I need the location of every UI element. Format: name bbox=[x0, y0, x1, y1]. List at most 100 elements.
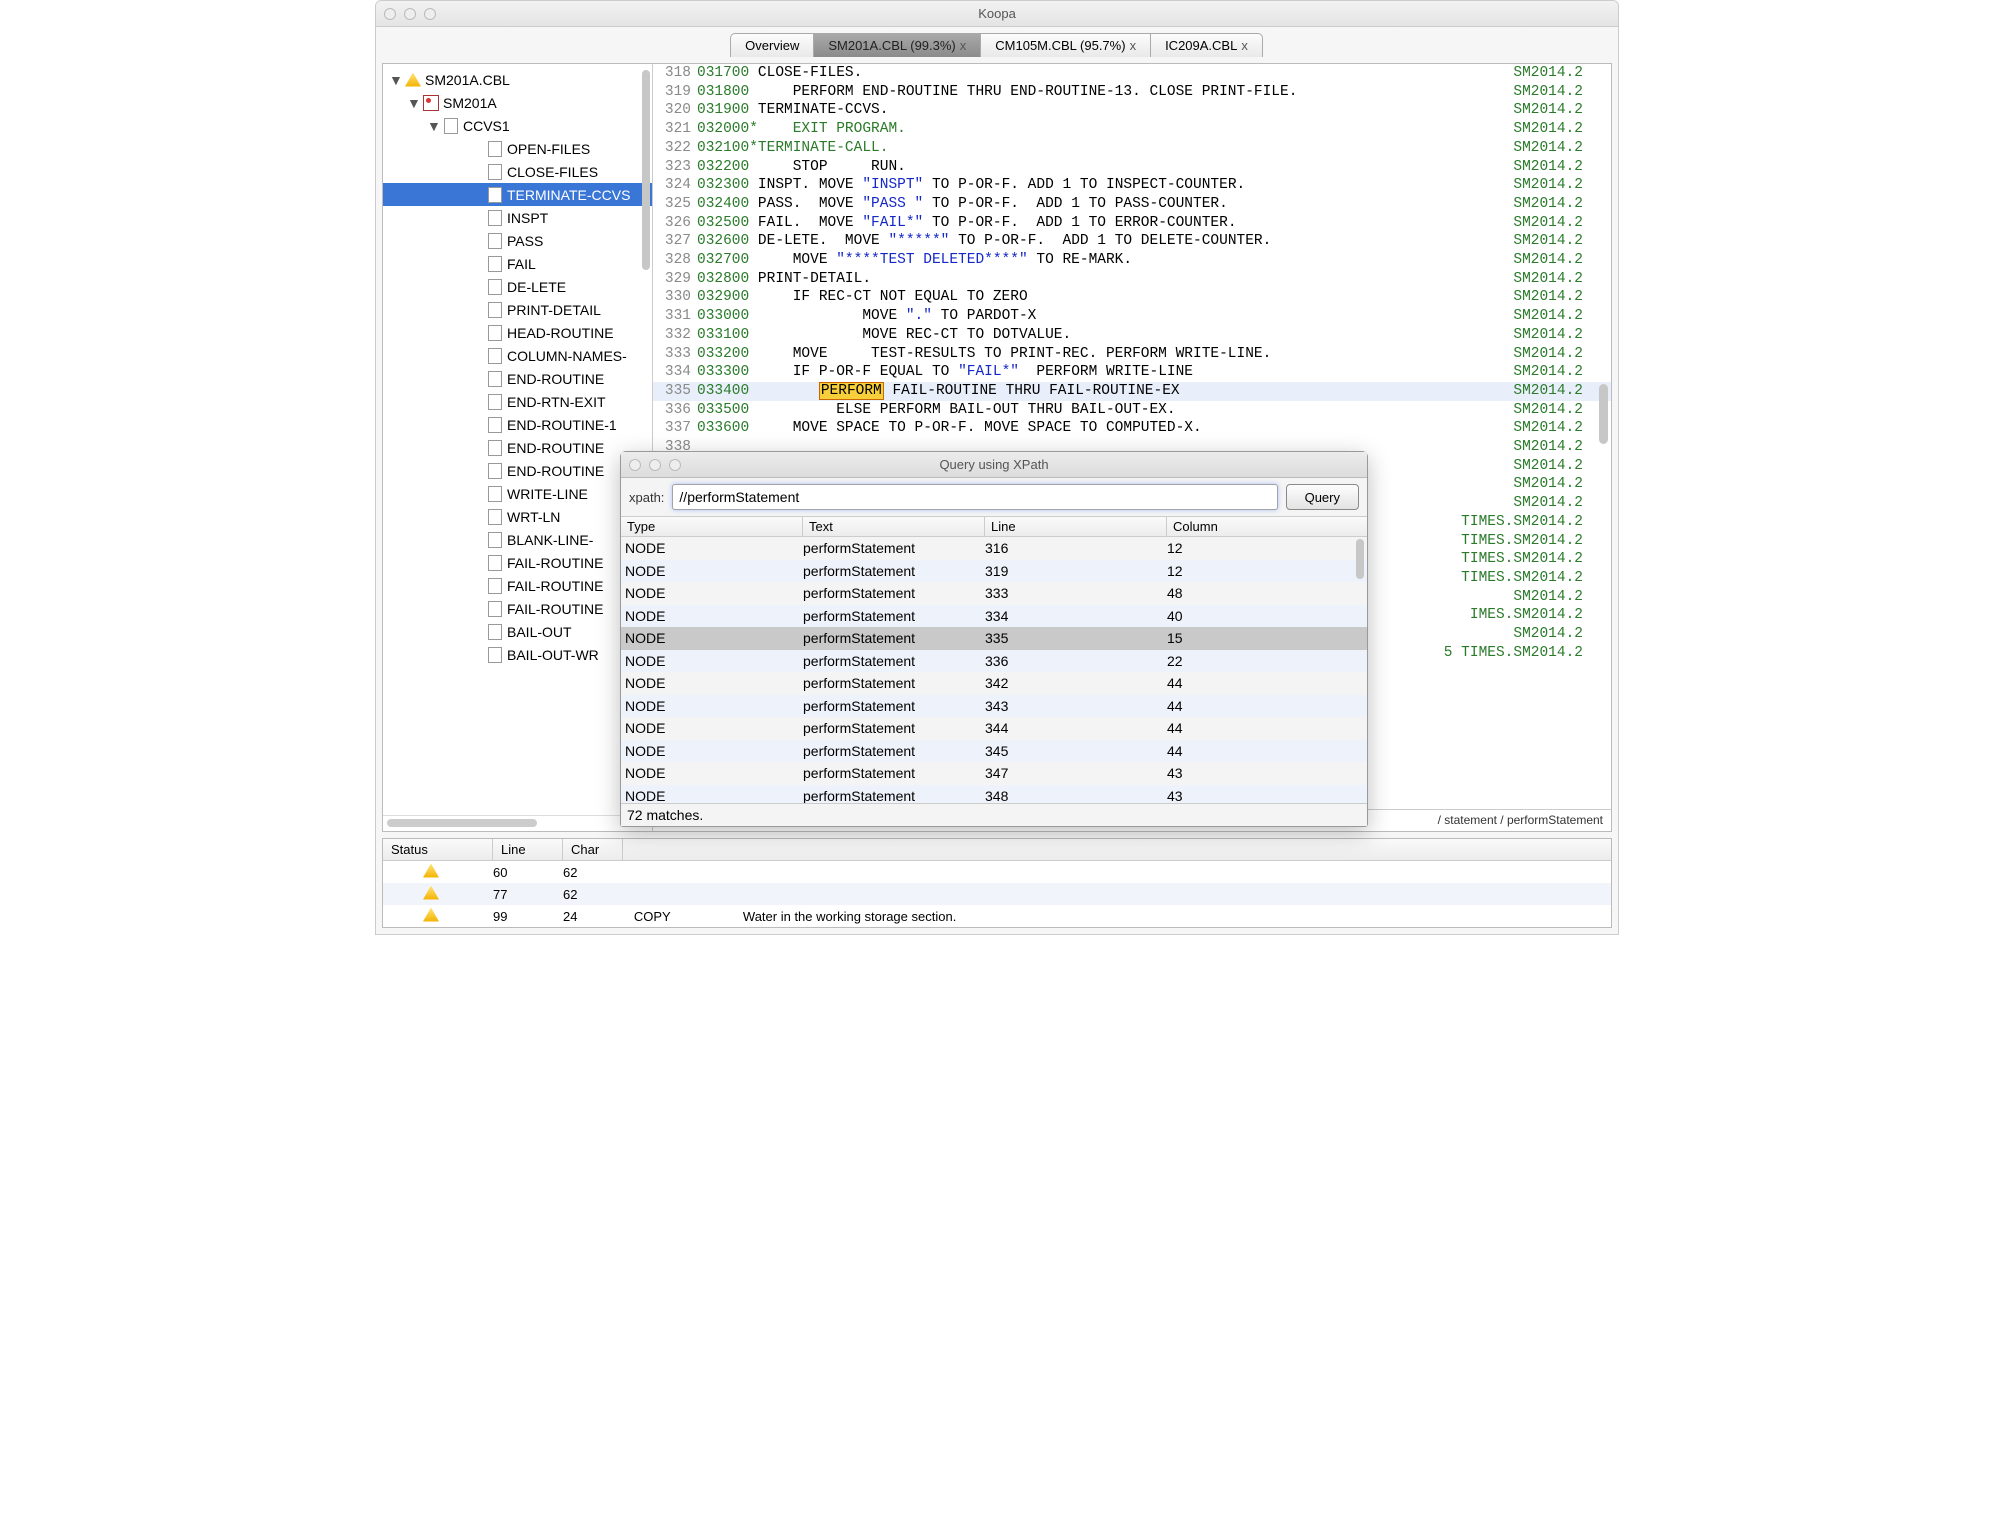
result-row[interactable]: NODEperformStatement34244 bbox=[621, 672, 1367, 695]
titlebar[interactable]: Koopa bbox=[376, 1, 1618, 27]
tree-item[interactable]: ▼CCVS1 bbox=[383, 114, 652, 137]
code-line[interactable]: 322032100*TERMINATE-CALL.SM2014.2 bbox=[653, 139, 1611, 158]
code-line[interactable]: 318031700 CLOSE-FILES.SM2014.2 bbox=[653, 64, 1611, 83]
code-line[interactable]: 325032400 PASS. MOVE "PASS " TO P-OR-F. … bbox=[653, 195, 1611, 214]
tab-3[interactable]: IC209A.CBLx bbox=[1150, 33, 1263, 57]
minimize-window-icon[interactable] bbox=[404, 8, 416, 20]
code-line[interactable]: 319031800 PERFORM END-ROUTINE THRU END-R… bbox=[653, 83, 1611, 102]
tree-item[interactable]: PASS bbox=[383, 229, 652, 252]
code-line[interactable]: 333033200 MOVE TEST-RESULTS TO PRINT-REC… bbox=[653, 345, 1611, 364]
xpath-input[interactable] bbox=[672, 484, 1277, 510]
tree-label: BAIL-OUT bbox=[507, 624, 572, 640]
tree-item[interactable]: WRITE-LINE bbox=[383, 482, 652, 505]
code-line[interactable]: 334033300 IF P-OR-F EQUAL TO "FAIL*" PER… bbox=[653, 363, 1611, 382]
col-text[interactable]: Text bbox=[803, 517, 985, 536]
tab-1[interactable]: SM201A.CBL (99.3%)x bbox=[813, 33, 981, 57]
code-line[interactable]: 323032200 STOP RUN.SM2014.2 bbox=[653, 158, 1611, 177]
tab-close-icon[interactable]: x bbox=[960, 38, 967, 53]
disclosure-triangle-icon[interactable]: ▼ bbox=[427, 118, 439, 134]
disclosure-triangle-icon[interactable]: ▼ bbox=[407, 95, 419, 111]
message-row[interactable]: 9924 COPY Water in the working storage s… bbox=[383, 905, 1611, 927]
tree-item[interactable]: ▼SM201A.CBL bbox=[383, 68, 652, 91]
tree-item[interactable]: BAIL-OUT bbox=[383, 620, 652, 643]
result-row[interactable]: NODEperformStatement33515 bbox=[621, 627, 1367, 650]
result-row[interactable]: NODEperformStatement33348 bbox=[621, 582, 1367, 605]
tree-item[interactable]: FAIL-ROUTINE bbox=[383, 551, 652, 574]
tree-item[interactable]: DE-LETE bbox=[383, 275, 652, 298]
col-column[interactable]: Column bbox=[1167, 517, 1367, 536]
tree-item[interactable]: COLUMN-NAMES- bbox=[383, 344, 652, 367]
code-text: 032700 MOVE "****TEST DELETED****" TO RE… bbox=[697, 251, 1132, 270]
code-line[interactable]: 330032900 IF REC-CT NOT EQUAL TO ZEROSM2… bbox=[653, 288, 1611, 307]
message-row[interactable]: 6062 bbox=[383, 861, 1611, 883]
col-line[interactable]: Line bbox=[493, 839, 563, 860]
tree-item[interactable]: FAIL bbox=[383, 252, 652, 275]
xpath-dialog[interactable]: Query using XPath xpath: Query Type Text… bbox=[620, 451, 1368, 827]
query-button[interactable]: Query bbox=[1286, 484, 1359, 510]
tree-item[interactable]: END-ROUTINE bbox=[383, 459, 652, 482]
editor-scrollbar[interactable] bbox=[1599, 384, 1608, 444]
message-row[interactable]: 7762 bbox=[383, 883, 1611, 905]
results-scrollbar[interactable] bbox=[1356, 539, 1364, 579]
tab-close-icon[interactable]: x bbox=[1130, 38, 1137, 53]
close-window-icon[interactable] bbox=[384, 8, 396, 20]
tree-item[interactable]: BLANK-LINE- bbox=[383, 528, 652, 551]
r-text: performStatement bbox=[803, 563, 985, 579]
code-line[interactable]: 335033400 PERFORM FAIL-ROUTINE THRU FAIL… bbox=[653, 382, 1611, 401]
result-row[interactable]: NODEperformStatement34544 bbox=[621, 740, 1367, 763]
tree-item[interactable]: PRINT-DETAIL bbox=[383, 298, 652, 321]
line-number: 328 bbox=[653, 251, 697, 270]
tree-item[interactable]: CLOSE-FILES bbox=[383, 160, 652, 183]
tree-item[interactable]: WRT-LN bbox=[383, 505, 652, 528]
sidebar-hscroll[interactable] bbox=[383, 815, 652, 831]
tree-item[interactable]: END-ROUTINE bbox=[383, 436, 652, 459]
outline-tree[interactable]: ▼SM201A.CBL ▼SM201A▼CCVS1OPEN-FILESCLOSE… bbox=[383, 64, 652, 815]
tree-item[interactable]: ▼SM201A bbox=[383, 91, 652, 114]
result-row[interactable]: NODEperformStatement31612 bbox=[621, 537, 1367, 560]
result-row[interactable]: NODEperformStatement33440 bbox=[621, 605, 1367, 628]
tab-2[interactable]: CM105M.CBL (95.7%)x bbox=[980, 33, 1151, 57]
code-line[interactable]: 332033100 MOVE REC-CT TO DOTVALUE.SM2014… bbox=[653, 326, 1611, 345]
zoom-window-icon[interactable] bbox=[424, 8, 436, 20]
disclosure-triangle-icon[interactable]: ▼ bbox=[389, 72, 401, 88]
line-tag: SM2014.2 bbox=[1513, 120, 1611, 139]
result-row[interactable]: NODEperformStatement34444 bbox=[621, 717, 1367, 740]
col-line[interactable]: Line bbox=[985, 517, 1167, 536]
code-line[interactable]: 331033000 MOVE "." TO PARDOT-XSM2014.2 bbox=[653, 307, 1611, 326]
code-line[interactable]: 321032000* EXIT PROGRAM.SM2014.2 bbox=[653, 120, 1611, 139]
tree-item[interactable]: INSPT bbox=[383, 206, 652, 229]
code-line[interactable]: 337033600 MOVE SPACE TO P-OR-F. MOVE SPA… bbox=[653, 419, 1611, 438]
code-text: 032100*TERMINATE-CALL. bbox=[697, 139, 888, 158]
code-line[interactable]: 336033500 ELSE PERFORM BAIL-OUT THRU BAI… bbox=[653, 401, 1611, 420]
code-line[interactable]: 327032600 DE-LETE. MOVE "*****" TO P-OR-… bbox=[653, 232, 1611, 251]
tree-item[interactable]: FAIL-ROUTINE bbox=[383, 574, 652, 597]
tree-item[interactable]: HEAD-ROUTINE bbox=[383, 321, 652, 344]
results-body[interactable]: NODEperformStatement31612NODEperformStat… bbox=[621, 537, 1367, 803]
code-line[interactable]: 320031900 TERMINATE-CCVS.SM2014.2 bbox=[653, 101, 1611, 120]
result-row[interactable]: NODEperformStatement34743 bbox=[621, 762, 1367, 785]
result-row[interactable]: NODEperformStatement34843 bbox=[621, 785, 1367, 804]
line-number: 327 bbox=[653, 232, 697, 251]
tree-item[interactable]: FAIL-ROUTINE bbox=[383, 597, 652, 620]
col-char[interactable]: Char bbox=[563, 839, 623, 860]
result-row[interactable]: NODEperformStatement33622 bbox=[621, 650, 1367, 673]
tree-item[interactable]: OPEN-FILES bbox=[383, 137, 652, 160]
r-col: 43 bbox=[1167, 765, 1367, 781]
col-status[interactable]: Status bbox=[383, 839, 493, 860]
result-row[interactable]: NODEperformStatement34344 bbox=[621, 695, 1367, 718]
code-line[interactable]: 326032500 FAIL. MOVE "FAIL*" TO P-OR-F. … bbox=[653, 214, 1611, 233]
tree-item[interactable]: END-RTN-EXIT bbox=[383, 390, 652, 413]
sidebar-scrollbar[interactable] bbox=[642, 70, 650, 270]
tree-item[interactable]: BAIL-OUT-WR bbox=[383, 643, 652, 666]
result-row[interactable]: NODEperformStatement31912 bbox=[621, 560, 1367, 583]
tab-0[interactable]: Overview bbox=[730, 33, 814, 57]
col-type[interactable]: Type bbox=[621, 517, 803, 536]
code-line[interactable]: 329032800 PRINT-DETAIL.SM2014.2 bbox=[653, 270, 1611, 289]
tree-item[interactable]: TERMINATE-CCVS bbox=[383, 183, 652, 206]
code-line[interactable]: 328032700 MOVE "****TEST DELETED****" TO… bbox=[653, 251, 1611, 270]
code-line[interactable]: 324032300 INSPT. MOVE "INSPT" TO P-OR-F.… bbox=[653, 176, 1611, 195]
tree-item[interactable]: END-ROUTINE bbox=[383, 367, 652, 390]
dialog-titlebar[interactable]: Query using XPath bbox=[621, 452, 1367, 478]
tree-item[interactable]: END-ROUTINE-1 bbox=[383, 413, 652, 436]
tab-close-icon[interactable]: x bbox=[1241, 38, 1248, 53]
